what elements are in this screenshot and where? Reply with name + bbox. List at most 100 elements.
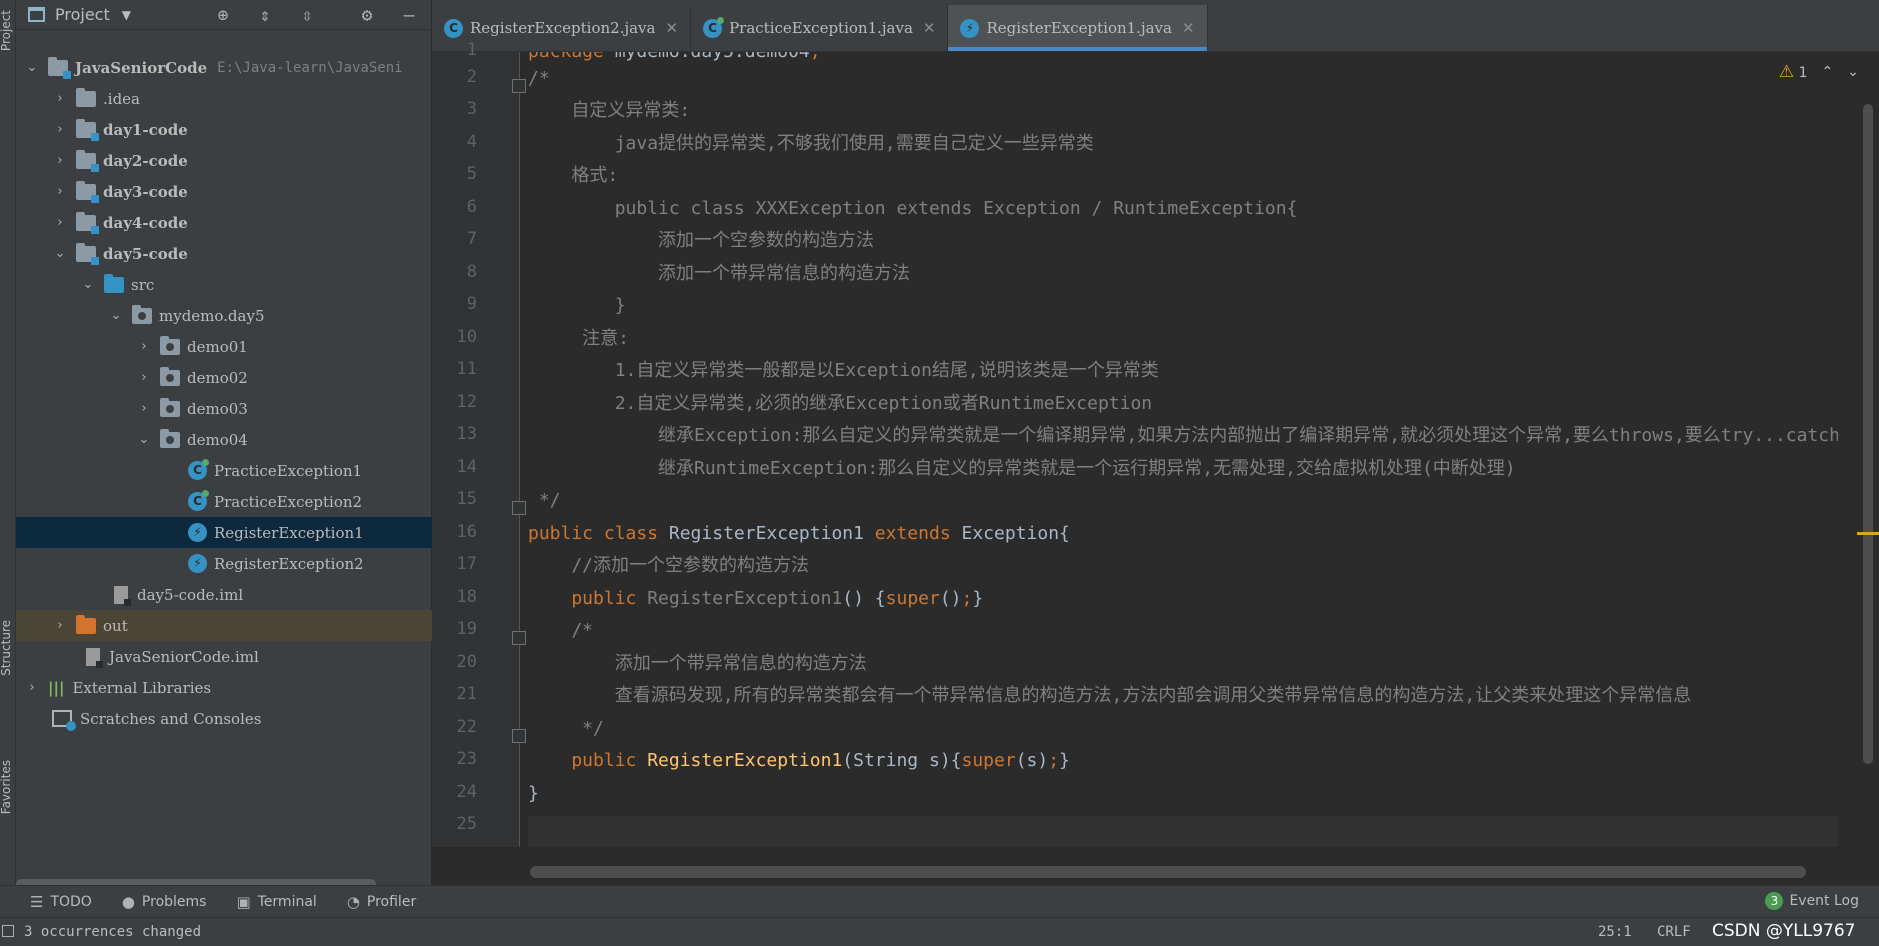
- tree-item-day5-code-iml[interactable]: day5-code.iml: [16, 579, 432, 610]
- line-number: 20: [456, 652, 477, 672]
- code-line-16: public class RegisterException1 extends …: [528, 523, 1070, 544]
- structure-tool-window-button[interactable]: Structure: [0, 620, 13, 676]
- tab-register-exception1[interactable]: ⚡ RegisterException1.java ✕: [948, 5, 1208, 51]
- package-icon: [160, 428, 180, 448]
- problems-button[interactable]: ● Problems: [122, 893, 207, 911]
- tree-item-day3-code[interactable]: › day3-code: [16, 176, 432, 207]
- editor-vertical-scrollbar[interactable]: [1863, 104, 1873, 764]
- todo-button[interactable]: ☰ TODO: [30, 893, 92, 911]
- tree-item-practice-exception1[interactable]: C PracticeException1: [16, 455, 432, 486]
- warning-stripe-marker[interactable]: [1857, 532, 1879, 535]
- tree-item-day5-code[interactable]: ⌄ day5-code: [16, 238, 432, 269]
- editor-horizontal-scrollbar[interactable]: [530, 866, 1806, 878]
- chevron-up-icon[interactable]: ⌃: [1822, 64, 1834, 80]
- chevron-right-icon[interactable]: ›: [136, 339, 152, 354]
- locate-icon[interactable]: ⊕: [212, 5, 234, 27]
- chevron-right-icon[interactable]: ›: [136, 401, 152, 416]
- event-log-button[interactable]: 3 Event Log: [1765, 892, 1859, 910]
- root-path: E:\Java-learn\JavaSeni: [217, 59, 403, 76]
- fold-marker-icon[interactable]: [512, 631, 526, 645]
- chevron-down-icon[interactable]: ⌄: [52, 246, 68, 261]
- project-view-selector[interactable]: Project ▼: [16, 5, 131, 24]
- code-line-6: public class XXXException extends Except…: [528, 198, 1298, 219]
- chevron-right-icon[interactable]: ›: [52, 184, 68, 199]
- tree-item-label: demo03: [187, 399, 248, 418]
- fold-marker-icon[interactable]: [512, 79, 526, 93]
- chevron-down-icon[interactable]: ⌄: [24, 60, 40, 75]
- hide-panel-icon[interactable]: —: [398, 5, 420, 27]
- close-icon[interactable]: ✕: [665, 19, 678, 37]
- fold-marker-icon[interactable]: [512, 501, 526, 515]
- gear-icon[interactable]: ⚙: [356, 5, 378, 27]
- iml-file-icon: [86, 647, 103, 668]
- favorites-tool-window-button[interactable]: Favorites: [0, 760, 13, 814]
- tree-item-javaseniorcode-iml[interactable]: JavaSeniorCode.iml: [16, 641, 432, 672]
- line-number: 14: [456, 457, 477, 477]
- code-line-17: //添加一个空参数的构造方法: [528, 555, 810, 576]
- chevron-right-icon[interactable]: ›: [52, 153, 68, 168]
- tree-item-demo02[interactable]: › demo02: [16, 362, 432, 393]
- line-number: 11: [456, 359, 477, 379]
- tree-item-out[interactable]: › out: [16, 610, 432, 641]
- tree-item-label: demo02: [187, 368, 248, 387]
- inspection-widget[interactable]: ⚠ 1 ⌃ ⌄: [1779, 62, 1859, 82]
- tree-item-register-exception2[interactable]: ⚡ RegisterException2: [16, 548, 432, 579]
- tab-practice-exception1[interactable]: C PracticeException1.java ✕: [691, 5, 949, 51]
- chevron-right-icon[interactable]: ›: [136, 370, 152, 385]
- tree-item-scratches[interactable]: Scratches and Consoles: [16, 703, 432, 734]
- line-number-gutter: 1 2 3 4 5 6 7 8 9 10 11 12 13 14 15 16 1…: [432, 40, 526, 847]
- package-icon: [160, 366, 180, 386]
- tree-item-demo04[interactable]: ⌄ demo04: [16, 424, 432, 455]
- tree-item-day4-code[interactable]: › day4-code: [16, 207, 432, 238]
- chevron-down-icon[interactable]: ⌄: [1847, 64, 1859, 80]
- line-number: 9: [466, 294, 477, 314]
- line-number: 8: [466, 262, 477, 282]
- fold-marker-icon[interactable]: [512, 729, 526, 743]
- tree-item-day1-code[interactable]: › day1-code: [16, 114, 432, 145]
- tree-item-external-libraries[interactable]: › ||| External Libraries: [16, 672, 432, 703]
- tree-item-register-exception1[interactable]: ⚡ RegisterException1: [16, 517, 432, 548]
- project-panel-title: Project: [55, 5, 110, 24]
- code-line-3: 自定义异常类:: [528, 100, 691, 121]
- tree-item-root[interactable]: ⌄ JavaSeniorCode E:\Java-learn\JavaSeni: [16, 52, 432, 83]
- line-number: 5: [466, 164, 477, 184]
- tree-item-label: day2-code: [103, 151, 188, 170]
- status-toggle-icon[interactable]: [2, 925, 14, 937]
- tree-item-label: demo01: [187, 337, 248, 356]
- profiler-button[interactable]: ◔ Profiler: [347, 893, 416, 911]
- tree-item-day2-code[interactable]: › day2-code: [16, 145, 432, 176]
- terminal-button[interactable]: ▣ Terminal: [236, 893, 316, 911]
- chevron-down-icon[interactable]: ⌄: [80, 277, 96, 292]
- close-icon[interactable]: ✕: [1182, 19, 1195, 37]
- chevron-right-icon[interactable]: ›: [52, 618, 68, 633]
- tree-item-package-mydemo-day5[interactable]: ⌄ mydemo.day5: [16, 300, 432, 331]
- line-number: 17: [456, 554, 477, 574]
- module-folder-icon: [76, 118, 99, 141]
- tree-item-label: day3-code: [103, 182, 188, 201]
- tree-item-practice-exception2[interactable]: C PracticeException2: [16, 486, 432, 517]
- line-separator[interactable]: CRLF: [1657, 924, 1691, 940]
- tree-item-src[interactable]: ⌄ src: [16, 269, 432, 300]
- module-folder-icon: [76, 180, 99, 203]
- tree-item-demo03[interactable]: › demo03: [16, 393, 432, 424]
- tree-item-demo01[interactable]: › demo01: [16, 331, 432, 362]
- caret-position[interactable]: 25:1: [1598, 924, 1632, 940]
- collapse-all-icon[interactable]: ⇳: [296, 5, 318, 27]
- code-line-20: 添加一个带异常信息的构造方法: [528, 653, 867, 674]
- chevron-right-icon[interactable]: ›: [52, 91, 68, 106]
- tree-item-idea[interactable]: › .idea: [16, 83, 432, 114]
- chevron-down-icon[interactable]: ⌄: [108, 308, 124, 323]
- folder-icon: [76, 87, 96, 107]
- chevron-down-icon[interactable]: ⌄: [136, 432, 152, 447]
- line-number: 25: [456, 814, 477, 834]
- chevron-right-icon[interactable]: ›: [24, 680, 40, 695]
- expand-all-icon[interactable]: ⇕: [254, 5, 276, 27]
- close-icon[interactable]: ✕: [923, 19, 936, 37]
- java-class-icon: C: [188, 459, 209, 480]
- chevron-right-icon[interactable]: ›: [52, 215, 68, 230]
- chevron-right-icon[interactable]: ›: [52, 122, 68, 137]
- warning-indicator[interactable]: ⚠ 1: [1779, 62, 1808, 82]
- project-tool-window-button[interactable]: Project: [0, 10, 13, 51]
- code-area[interactable]: package mydemo.day5.demo04; /* 自定义异常类: j…: [528, 52, 1838, 847]
- terminal-icon: ▣: [236, 892, 251, 911]
